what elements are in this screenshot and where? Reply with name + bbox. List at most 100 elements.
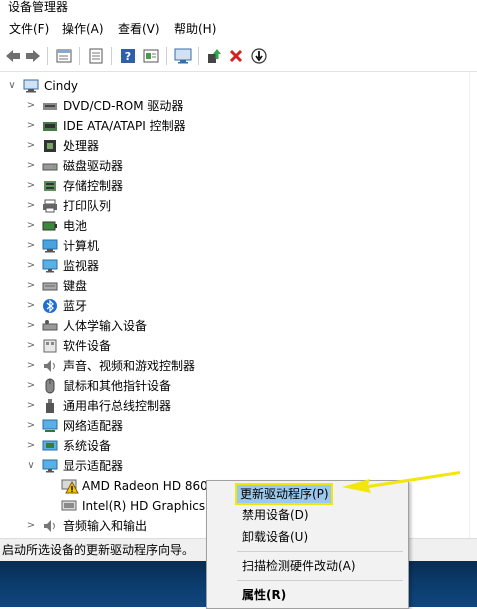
toolbar: ? bbox=[0, 40, 477, 72]
tree-category-storage-controller[interactable]: > 存储控制器 bbox=[0, 176, 470, 196]
expand-chevron-icon[interactable]: > bbox=[26, 380, 36, 392]
forward-icon[interactable] bbox=[23, 46, 43, 66]
show-hidden-icon[interactable] bbox=[86, 46, 106, 66]
tree-category-keyboard[interactable]: > 键盘 bbox=[0, 276, 470, 296]
context-menu: 更新驱动程序(P) 禁用设备(D) 卸载设备(U) 扫描检测硬件改动(A) 属性… bbox=[206, 480, 409, 609]
context-properties-label: 属性(R) bbox=[242, 588, 287, 602]
network-icon bbox=[42, 418, 58, 434]
context-separator bbox=[237, 551, 403, 552]
toolbar-separator bbox=[198, 47, 199, 65]
expand-chevron-icon[interactable]: > bbox=[26, 400, 36, 412]
help-icon[interactable]: ? bbox=[118, 46, 138, 66]
tree-category-disk-drive[interactable]: > 磁盘驱动器 bbox=[0, 156, 470, 176]
scan-icon[interactable] bbox=[141, 46, 161, 66]
tree-category-ide-ata[interactable]: > IDE ATA/ATAPI 控制器 bbox=[0, 116, 470, 136]
update-driver-icon[interactable] bbox=[204, 46, 224, 66]
menu-action[interactable]: 操作(A) bbox=[62, 22, 104, 36]
back-icon[interactable] bbox=[3, 46, 23, 66]
tree-category-battery[interactable]: > 电池 bbox=[0, 216, 470, 236]
expand-chevron-icon[interactable]: > bbox=[26, 280, 36, 292]
uninstall-icon[interactable] bbox=[226, 46, 246, 66]
tree-category-sound-video-game[interactable]: > 声音、视频和游戏控制器 bbox=[0, 356, 470, 376]
tree-root-computer[interactable]: ∨ Cindy bbox=[0, 76, 470, 96]
tree-category-usb-controller[interactable]: > 通用串行总线控制器 bbox=[0, 396, 470, 416]
sound-icon bbox=[42, 518, 58, 534]
expand-chevron-icon[interactable]: > bbox=[26, 140, 36, 152]
display-icon bbox=[42, 458, 58, 474]
monitor-icon[interactable] bbox=[173, 46, 193, 66]
collapse-chevron-icon[interactable]: ∨ bbox=[7, 80, 17, 92]
tree-category-dvd-cdrom-label: DVD/CD-ROM 驱动器 bbox=[63, 99, 184, 113]
dvd-icon bbox=[42, 98, 58, 114]
tree-category-print-queue[interactable]: > 打印队列 bbox=[0, 196, 470, 216]
tree-category-dvd-cdrom[interactable]: > DVD/CD-ROM 驱动器 bbox=[0, 96, 470, 116]
software-icon bbox=[42, 338, 58, 354]
expand-chevron-icon[interactable]: > bbox=[26, 160, 36, 172]
tree-category-hid-label: 人体学输入设备 bbox=[63, 319, 148, 333]
tree-category-system-device[interactable]: > 系统设备 bbox=[0, 436, 470, 456]
expand-chevron-icon[interactable]: > bbox=[26, 440, 36, 452]
tree-category-network-adapter-label: 网络适配器 bbox=[63, 419, 124, 433]
expand-chevron-icon[interactable]: > bbox=[26, 340, 36, 352]
context-separator bbox=[237, 580, 403, 581]
tree-category-keyboard-label: 键盘 bbox=[63, 279, 88, 293]
tree-category-software-device[interactable]: > 软件设备 bbox=[0, 336, 470, 356]
expand-chevron-icon[interactable]: > bbox=[26, 320, 36, 332]
tree-category-mouse-pointer[interactable]: > 鼠标和其他指针设备 bbox=[0, 376, 470, 396]
expand-chevron-icon[interactable]: > bbox=[26, 200, 36, 212]
menu-file[interactable]: 文件(F) bbox=[9, 22, 49, 36]
context-scan-hardware[interactable]: 扫描检测硬件改动(A) bbox=[209, 556, 406, 576]
disable-icon[interactable] bbox=[249, 46, 269, 66]
expand-chevron-icon[interactable]: > bbox=[26, 220, 36, 232]
cpu-icon bbox=[42, 138, 58, 154]
title-bar: 设备管理器 bbox=[0, 0, 477, 18]
tree-category-disk-drive-label: 磁盘驱动器 bbox=[63, 159, 124, 173]
context-properties[interactable]: 属性(R) bbox=[209, 585, 406, 605]
tree-category-processor[interactable]: > 处理器 bbox=[0, 136, 470, 156]
properties-sheet-icon[interactable] bbox=[54, 46, 74, 66]
tree-category-monitor-label: 监视器 bbox=[63, 259, 100, 273]
tree-category-network-adapter[interactable]: > 网络适配器 bbox=[0, 416, 470, 436]
tree-category-software-device-label: 软件设备 bbox=[63, 339, 112, 353]
tree-category-bluetooth-label: 蓝牙 bbox=[63, 299, 88, 313]
tree-category-monitor[interactable]: > 监视器 bbox=[0, 256, 470, 276]
expand-chevron-icon[interactable]: > bbox=[26, 260, 36, 272]
collapse-chevron-icon[interactable]: ∨ bbox=[26, 460, 36, 472]
tree-category-processor-label: 处理器 bbox=[63, 139, 100, 153]
tree-category-system-device-label: 系统设备 bbox=[63, 439, 112, 453]
keyboard-icon bbox=[42, 278, 58, 294]
expand-chevron-icon[interactable]: > bbox=[26, 100, 36, 112]
svg-text:?: ? bbox=[125, 50, 131, 63]
tree-category-storage-controller-label: 存储控制器 bbox=[63, 179, 124, 193]
printer-icon bbox=[42, 198, 58, 214]
battery-icon bbox=[42, 218, 58, 234]
expand-chevron-icon[interactable]: > bbox=[26, 420, 36, 432]
context-uninstall-device[interactable]: 卸载设备(U) bbox=[209, 527, 406, 547]
usb-icon bbox=[42, 398, 58, 414]
tree-category-hid[interactable]: > 人体学输入设备 bbox=[0, 316, 470, 336]
tree-category-usb-controller-label: 通用串行总线控制器 bbox=[63, 399, 172, 413]
context-scan-hardware-label: 扫描检测硬件改动(A) bbox=[242, 559, 356, 573]
expand-chevron-icon[interactable]: > bbox=[26, 180, 36, 192]
tree-category-audio-io-label: 音频输入和输出 bbox=[63, 519, 148, 533]
system-icon bbox=[42, 438, 58, 454]
tree-category-battery-label: 电池 bbox=[63, 219, 88, 233]
vertical-scrollbar[interactable] bbox=[469, 72, 477, 538]
tree-device-amd-radeon-label: AMD Radeon HD 860 bbox=[82, 479, 208, 493]
context-update-driver[interactable]: 更新驱动程序(P) bbox=[235, 483, 333, 505]
menu-view[interactable]: 查看(V) bbox=[118, 22, 160, 36]
menu-help[interactable]: 帮助(H) bbox=[174, 22, 216, 36]
tree-category-bluetooth[interactable]: > 蓝牙 bbox=[0, 296, 470, 316]
expand-chevron-icon[interactable]: > bbox=[26, 240, 36, 252]
menu-bar: 文件(F) 操作(A) 查看(V) 帮助(H) bbox=[0, 18, 477, 40]
pc-icon bbox=[42, 238, 58, 254]
expand-chevron-icon[interactable]: > bbox=[26, 360, 36, 372]
tree-category-ide-ata-label: IDE ATA/ATAPI 控制器 bbox=[63, 119, 186, 133]
tree-category-computer[interactable]: > 计算机 bbox=[0, 236, 470, 256]
expand-chevron-icon[interactable]: > bbox=[26, 520, 36, 532]
context-disable-device[interactable]: 禁用设备(D) bbox=[209, 505, 406, 525]
context-uninstall-device-label: 卸载设备(U) bbox=[242, 530, 309, 544]
expand-chevron-icon[interactable]: > bbox=[26, 300, 36, 312]
bluetooth-icon bbox=[42, 298, 58, 314]
expand-chevron-icon[interactable]: > bbox=[26, 120, 36, 132]
